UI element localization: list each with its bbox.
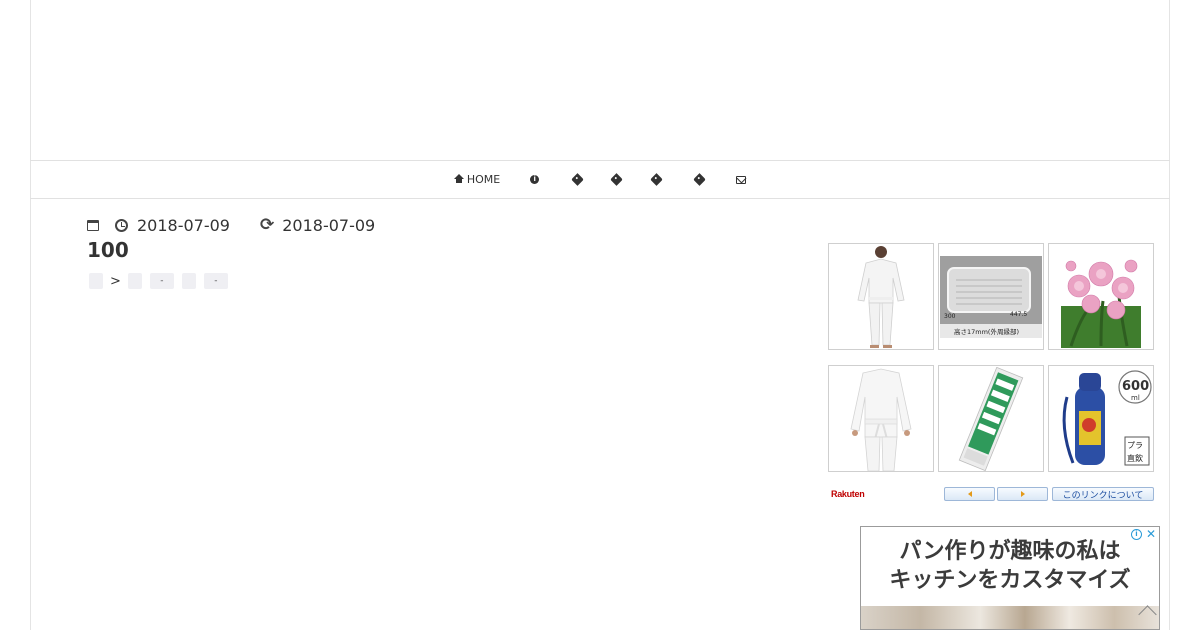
updated-date: 2018-07-09 — [282, 215, 376, 235]
tray-dim-a: 300 — [944, 313, 956, 320]
nav-home-label: HOME — [466, 173, 501, 186]
page-title: 100 — [87, 238, 129, 262]
breadcrumb-item-4[interactable] — [181, 273, 196, 289]
breadcrumb: > - - — [89, 273, 228, 289]
tray-dim-b: 447.5 — [1010, 311, 1027, 318]
chevron-left-icon — [967, 491, 972, 497]
home-icon — [453, 174, 464, 183]
main-nav: HOME i — [30, 160, 1170, 199]
ad-headline: パン作りが趣味の私は キッチンをカスタマイズ — [861, 537, 1159, 595]
ad-kitchen-photo — [861, 606, 1159, 629]
ad-line-1: パン作りが趣味の私は — [899, 539, 1121, 564]
breadcrumb-item-3[interactable]: - — [149, 273, 174, 289]
header-ad-space — [30, 0, 1170, 160]
bottle-label-b: 直飲 — [1127, 453, 1143, 463]
breadcrumb-separator: > — [110, 273, 121, 289]
nav-item-info[interactable]: i — [530, 161, 540, 198]
product-thumb-1[interactable] — [828, 243, 934, 350]
product-thumb-5[interactable] — [938, 365, 1044, 472]
calendar-icon — [87, 219, 99, 231]
nav-item-contact[interactable] — [736, 161, 747, 198]
clock-icon — [115, 218, 128, 232]
bottle-label-a: プラ — [1127, 441, 1143, 450]
envelope-icon — [736, 175, 747, 184]
tag-icon — [571, 173, 585, 186]
sidebar-ad[interactable]: i ✕ パン作りが趣味の私は キッチンをカスタマイズ — [860, 526, 1160, 630]
bottle-badge: 600 — [1122, 379, 1149, 394]
tag-icon — [610, 173, 624, 186]
product-thumb-4[interactable] — [828, 365, 934, 472]
product-thumb-6[interactable]: 600 ml プラ 直飲 — [1048, 365, 1154, 472]
nav-home[interactable]: HOME — [453, 161, 501, 198]
rakuten-about-link[interactable]: このリンクについて — [1052, 487, 1154, 501]
product-thumb-2[interactable]: 300 447.5 高さ17mm(外周縁部) — [938, 243, 1044, 350]
breadcrumb-item-2[interactable] — [127, 273, 142, 289]
tag-icon — [650, 173, 664, 186]
info-icon: i — [530, 175, 540, 184]
bottle-badge-unit: ml — [1131, 394, 1140, 402]
nav-item-tag-1[interactable] — [571, 161, 585, 198]
breadcrumb-item-1[interactable] — [89, 273, 103, 289]
ad-line-2: キッチンをカスタマイズ — [889, 568, 1131, 593]
aluminum-tray-icon: 300 447.5 高さ17mm(外周縁部) — [940, 255, 1042, 338]
product-thumb-3[interactable] — [1048, 243, 1154, 350]
rakuten-widget: 300 447.5 高さ17mm(外周縁部) 600 ml プラ 直飲 Raku… — [828, 243, 1158, 503]
karate-uniform-icon — [850, 368, 912, 471]
post-meta: 2018-07-09 ⟳ 2018-07-09 — [87, 214, 375, 236]
rakuten-prev-button[interactable] — [944, 487, 995, 501]
rakuten-logo[interactable]: Rakuten — [831, 489, 865, 499]
breadcrumb-item-5[interactable]: - — [203, 273, 228, 289]
karate-uniform-icon — [857, 245, 905, 348]
chevron-right-icon — [1020, 491, 1025, 497]
refresh-icon: ⟳ — [259, 214, 275, 235]
pink-chrysanthemum-icon — [1061, 259, 1141, 348]
published-date: 2018-07-09 — [137, 215, 230, 235]
nav-item-tag-2[interactable] — [610, 161, 624, 198]
water-bottle-icon: 600 ml プラ 直飲 — [1062, 369, 1152, 465]
nav-item-tag-4[interactable] — [693, 161, 707, 198]
tray-caption: 高さ17mm(外周縁部) — [954, 327, 1019, 336]
nav-item-tag-3[interactable] — [650, 161, 664, 198]
tag-icon — [693, 173, 707, 186]
disaster-kit-bag-icon — [958, 366, 1024, 471]
rakuten-next-button[interactable] — [997, 487, 1048, 501]
rakuten-footer: Rakuten このリンクについて — [828, 487, 1158, 503]
